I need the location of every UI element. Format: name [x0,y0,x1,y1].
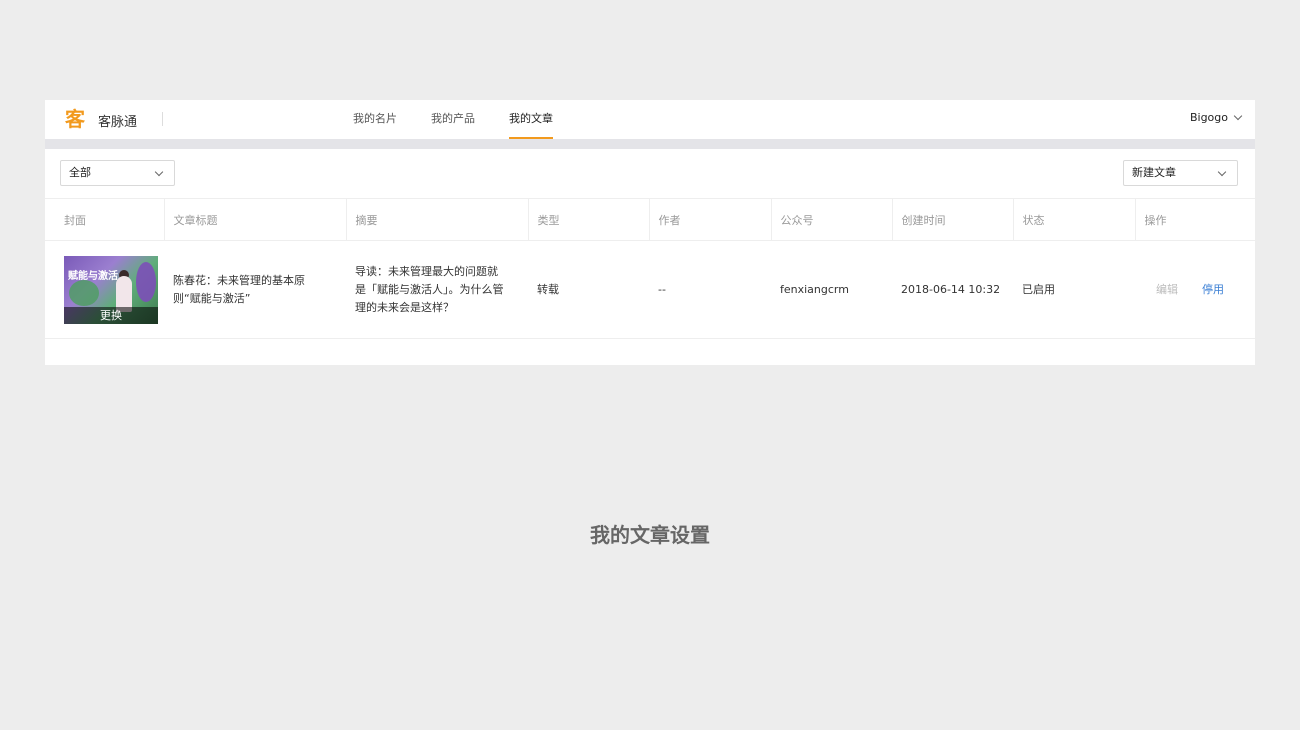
cell-type: 转载 [528,240,649,339]
chevron-down-icon [1217,167,1227,177]
app-name: 客脉通 [98,115,138,130]
page-caption: 我的文章设置 [590,523,710,547]
col-summary: 摘要 [346,198,529,241]
cell-account: fenxiangcrm [771,240,892,339]
nav-my-products[interactable]: 我的产品 [431,100,475,139]
top-navbar: 客 客脉通 我的名片 我的产品 我的文章 Bigogo [45,100,1255,149]
toolbar: 全部 新建文章 [45,149,1255,198]
chevron-down-icon [1233,111,1243,120]
col-account: 公众号 [771,198,893,241]
user-menu[interactable]: Bigogo [1189,111,1243,124]
nav-my-cards[interactable]: 我的名片 [353,100,397,139]
new-article-label: 新建文章 [1132,166,1176,179]
article-table: 封面 文章标题 摘要 类型 作者 公众号 创建时间 状态 操作 赋能与激活 更换… [45,198,1255,339]
cell-created: 2018-06-14 10:32 [892,240,1013,339]
article-app: 客 客脉通 我的名片 我的产品 我的文章 Bigogo 全部 新建文章 封面 文… [45,100,1255,365]
chevron-down-icon [154,167,164,177]
cover-flower [136,261,156,302]
cell-status: 已启用 [1013,240,1135,339]
cell-author: -- [649,240,771,339]
disable-button[interactable]: 停用 [1202,283,1224,296]
logo-divider [162,112,163,126]
replace-cover-button[interactable]: 更换 [64,306,158,324]
edit-button[interactable]: 编辑 [1156,283,1178,296]
main-nav: 我的名片 我的产品 我的文章 [353,100,587,139]
new-article-select[interactable]: 新建文章 [1123,160,1238,186]
cell-actions: 编辑 停用 [1135,240,1255,339]
cover-image[interactable]: 赋能与激活 更换 [64,255,158,324]
cell-title: 陈春花：未来管理的基本原则“赋能与激活” [164,240,346,339]
logo-icon: 客 [65,107,85,131]
filter-value: 全部 [69,166,91,179]
cover-title: 赋能与激活 [68,270,118,282]
col-created: 创建时间 [892,198,1014,241]
table-header: 封面 文章标题 摘要 类型 作者 公众号 创建时间 状态 操作 [45,198,1255,241]
col-cover: 封面 [45,198,165,241]
col-actions: 操作 [1135,198,1255,241]
col-author: 作者 [649,198,772,241]
user-name: Bigogo [1189,111,1228,124]
cell-summary: 导读：未来管理最大的问题就是「赋能与激活人」。为什么管理的未来会是这样？ [346,240,528,339]
filter-select[interactable]: 全部 [60,160,175,186]
table-row: 赋能与激活 更换 陈春花：未来管理的基本原则“赋能与激活” 导读：未来管理最大的… [45,240,1255,339]
nav-my-articles[interactable]: 我的文章 [509,100,553,139]
col-type: 类型 [528,198,650,241]
cell-cover: 赋能与激活 更换 [45,240,164,339]
col-title: 文章标题 [164,198,347,241]
col-status: 状态 [1013,198,1136,241]
